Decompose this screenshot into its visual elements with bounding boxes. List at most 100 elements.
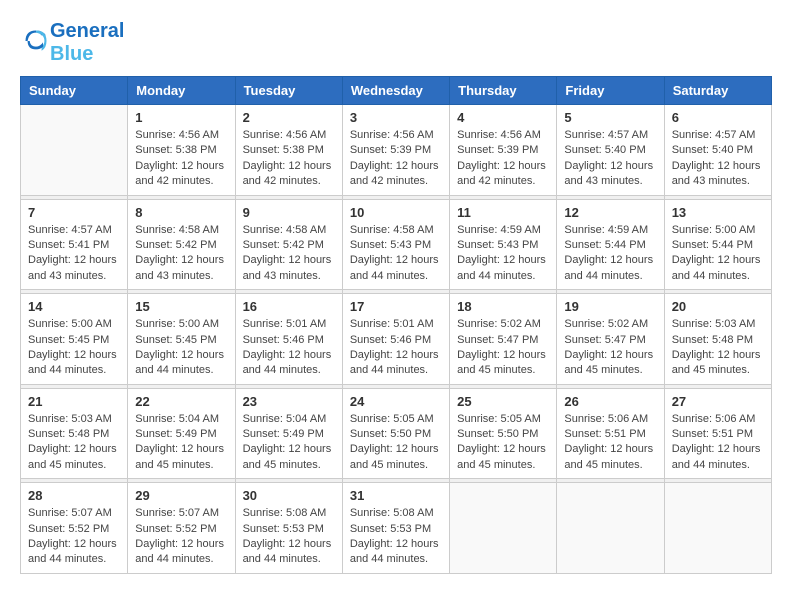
calendar-day-cell [450, 483, 557, 574]
day-info: Sunrise: 5:05 AMSunset: 5:50 PMDaylight:… [457, 412, 549, 474]
calendar-day-cell: 23 Sunrise: 5:04 AMSunset: 5:49 PMDayligh… [235, 388, 342, 479]
calendar-day-cell: 17 Sunrise: 5:01 AMSunset: 5:46 PMDayligh… [342, 294, 449, 385]
calendar-day-cell: 8 Sunrise: 4:58 AMSunset: 5:42 PMDaylight… [128, 199, 235, 290]
day-info: Sunrise: 4:56 AMSunset: 5:39 PMDaylight:… [457, 128, 549, 190]
calendar-day-cell: 10 Sunrise: 4:58 AMSunset: 5:43 PMDayligh… [342, 199, 449, 290]
day-number: 6 [672, 110, 764, 125]
day-info: Sunrise: 5:07 AMSunset: 5:52 PMDaylight:… [135, 506, 227, 568]
calendar-day-cell: 13 Sunrise: 5:00 AMSunset: 5:44 PMDayligh… [664, 199, 771, 290]
calendar-day-cell [557, 483, 664, 574]
day-info: Sunrise: 4:57 AMSunset: 5:40 PMDaylight:… [672, 128, 764, 190]
weekday-header: Wednesday [342, 77, 449, 105]
day-number: 10 [350, 205, 442, 220]
day-info: Sunrise: 4:58 AMSunset: 5:42 PMDaylight:… [243, 223, 335, 285]
day-number: 24 [350, 394, 442, 409]
day-number: 19 [564, 299, 656, 314]
calendar-day-cell: 26 Sunrise: 5:06 AMSunset: 5:51 PMDayligh… [557, 388, 664, 479]
day-info: Sunrise: 5:04 AMSunset: 5:49 PMDaylight:… [243, 412, 335, 474]
day-info: Sunrise: 4:56 AMSunset: 5:38 PMDaylight:… [135, 128, 227, 190]
calendar-day-cell: 18Sunrise: 5:02 AMSunset: 5:47 PMDayligh… [450, 294, 557, 385]
day-info: Sunrise: 4:57 AMSunset: 5:41 PMDaylight:… [28, 223, 120, 285]
calendar-day-cell: 11 Sunrise: 4:59 AMSunset: 5:43 PMDayligh… [450, 199, 557, 290]
calendar-day-cell: 19 Sunrise: 5:02 AMSunset: 5:47 PMDayligh… [557, 294, 664, 385]
day-number: 9 [243, 205, 335, 220]
weekday-header: Monday [128, 77, 235, 105]
calendar-day-cell [21, 105, 128, 196]
day-info: Sunrise: 5:00 AMSunset: 5:45 PMDaylight:… [135, 317, 227, 379]
day-number: 11 [457, 205, 549, 220]
page-header: General Blue [20, 20, 772, 66]
day-number: 7 [28, 205, 120, 220]
logo: General Blue [20, 20, 124, 66]
day-info: Sunrise: 5:01 AMSunset: 5:46 PMDaylight:… [243, 317, 335, 379]
day-info: Sunrise: 4:58 AMSunset: 5:42 PMDaylight:… [135, 223, 227, 285]
day-info: Sunrise: 4:57 AMSunset: 5:40 PMDaylight:… [564, 128, 656, 190]
day-info: Sunrise: 5:08 AMSunset: 5:53 PMDaylight:… [243, 506, 335, 568]
day-info: Sunrise: 5:05 AMSunset: 5:50 PMDaylight:… [350, 412, 442, 474]
calendar-day-cell: 16 Sunrise: 5:01 AMSunset: 5:46 PMDayligh… [235, 294, 342, 385]
calendar-day-cell: 9 Sunrise: 4:58 AMSunset: 5:42 PMDaylight… [235, 199, 342, 290]
day-info: Sunrise: 5:00 AMSunset: 5:44 PMDaylight:… [672, 223, 764, 285]
calendar-day-cell: 25 Sunrise: 5:05 AMSunset: 5:50 PMDayligh… [450, 388, 557, 479]
day-number: 25 [457, 394, 549, 409]
day-number: 30 [243, 488, 335, 503]
weekday-header: Sunday [21, 77, 128, 105]
day-number: 17 [350, 299, 442, 314]
day-info: Sunrise: 5:08 AMSunset: 5:53 PMDaylight:… [350, 506, 442, 568]
day-info: Sunrise: 5:00 AMSunset: 5:45 PMDaylight:… [28, 317, 120, 379]
day-number: 23 [243, 394, 335, 409]
day-info: Sunrise: 4:59 AMSunset: 5:44 PMDaylight:… [564, 223, 656, 285]
day-number: 4 [457, 110, 549, 125]
day-number: 1 [135, 110, 227, 125]
day-number: 27 [672, 394, 764, 409]
day-number: 26 [564, 394, 656, 409]
day-number: 22 [135, 394, 227, 409]
day-number: 14 [28, 299, 120, 314]
day-info: Sunrise: 4:58 AMSunset: 5:43 PMDaylight:… [350, 223, 442, 285]
day-number: 15 [135, 299, 227, 314]
day-number: 8 [135, 205, 227, 220]
calendar-day-cell: 24 Sunrise: 5:05 AMSunset: 5:50 PMDayligh… [342, 388, 449, 479]
day-number: 31 [350, 488, 442, 503]
day-number: 16 [243, 299, 335, 314]
day-info: Sunrise: 5:03 AMSunset: 5:48 PMDaylight:… [28, 412, 120, 474]
calendar-day-cell: 6 Sunrise: 4:57 AMSunset: 5:40 PMDaylight… [664, 105, 771, 196]
calendar-table: SundayMondayTuesdayWednesdayThursdayFrid… [20, 76, 772, 574]
calendar-day-cell: 22 Sunrise: 5:04 AMSunset: 5:49 PMDayligh… [128, 388, 235, 479]
day-info: Sunrise: 4:56 AMSunset: 5:38 PMDaylight:… [243, 128, 335, 190]
logo-text: General Blue [50, 20, 124, 66]
calendar-day-cell: 12 Sunrise: 4:59 AMSunset: 5:44 PMDayligh… [557, 199, 664, 290]
calendar-day-cell: 3Sunrise: 4:56 AMSunset: 5:39 PMDaylight… [342, 105, 449, 196]
day-number: 3 [350, 110, 442, 125]
day-number: 28 [28, 488, 120, 503]
day-info: Sunrise: 5:01 AMSunset: 5:46 PMDaylight:… [350, 317, 442, 379]
calendar-day-cell: 28Sunrise: 5:07 AMSunset: 5:52 PMDayligh… [21, 483, 128, 574]
day-info: Sunrise: 5:04 AMSunset: 5:49 PMDaylight:… [135, 412, 227, 474]
weekday-header: Thursday [450, 77, 557, 105]
calendar-day-cell: 15 Sunrise: 5:00 AMSunset: 5:45 PMDayligh… [128, 294, 235, 385]
day-number: 20 [672, 299, 764, 314]
day-number: 13 [672, 205, 764, 220]
calendar-day-cell: 27Sunrise: 5:06 AMSunset: 5:51 PMDayligh… [664, 388, 771, 479]
calendar-week-row: 21 Sunrise: 5:03 AMSunset: 5:48 PMDayligh… [21, 388, 772, 479]
day-info: Sunrise: 5:02 AMSunset: 5:47 PMDaylight:… [564, 317, 656, 379]
day-number: 5 [564, 110, 656, 125]
calendar-day-cell: 31 Sunrise: 5:08 AMSunset: 5:53 PMDayligh… [342, 483, 449, 574]
day-number: 21 [28, 394, 120, 409]
day-info: Sunrise: 5:06 AMSunset: 5:51 PMDaylight:… [564, 412, 656, 474]
calendar-day-cell: 29Sunrise: 5:07 AMSunset: 5:52 PMDayligh… [128, 483, 235, 574]
weekday-header: Friday [557, 77, 664, 105]
calendar-week-row: 7 Sunrise: 4:57 AMSunset: 5:41 PMDaylight… [21, 199, 772, 290]
logo-icon [22, 27, 50, 55]
calendar-week-row: 28 Sunrise: 5:07 AMSunset: 5:52 PMDayligh… [21, 483, 772, 574]
calendar-week-row: 14 Sunrise: 5:00 AMSunset: 5:45 PMDayligh… [21, 294, 772, 385]
calendar-day-cell: 30 Sunrise: 5:08 AMSunset: 5:53 PMDayligh… [235, 483, 342, 574]
day-number: 12 [564, 205, 656, 220]
weekday-header: Saturday [664, 77, 771, 105]
day-info: Sunrise: 4:59 AMSunset: 5:43 PMDaylight:… [457, 223, 549, 285]
calendar-day-cell: 21 Sunrise: 5:03 AMSunset: 5:48 PMDayligh… [21, 388, 128, 479]
day-info: Sunrise: 5:02 AMSunset: 5:47 PMDaylight:… [457, 317, 549, 379]
calendar-header-row: SundayMondayTuesdayWednesdayThursdayFrid… [21, 77, 772, 105]
calendar-day-cell: 1 Sunrise: 4:56 AMSunset: 5:38 PMDaylight… [128, 105, 235, 196]
day-number: 2 [243, 110, 335, 125]
